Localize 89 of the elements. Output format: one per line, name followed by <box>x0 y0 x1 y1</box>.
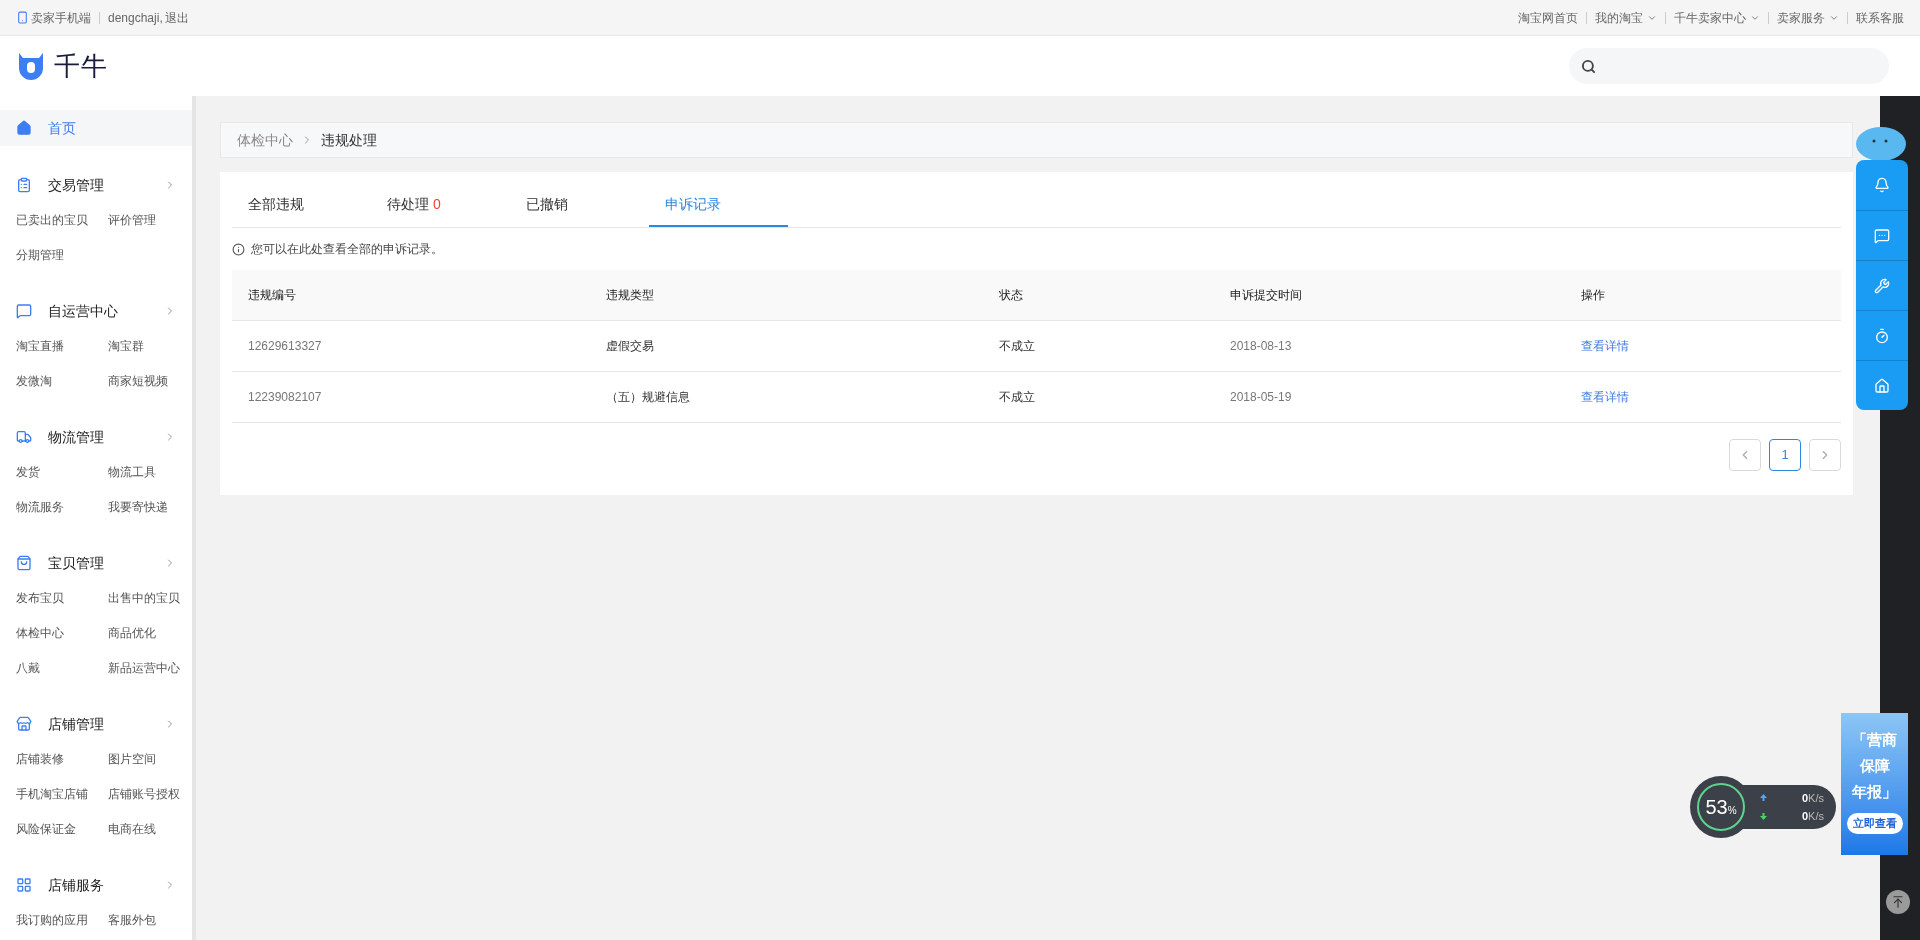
sidebar-link[interactable]: 物流服务 <box>16 489 108 524</box>
sidebar-home-item[interactable]: 首页 <box>0 110 192 146</box>
promo-banner[interactable]: 「营商 保障 年报」 立即查看 <box>1841 713 1908 855</box>
top-nav-link[interactable]: 千牛卖家中心 <box>1674 8 1760 27</box>
tab[interactable]: 全部违规 <box>232 184 371 227</box>
table-cell: 2018-05-19 <box>1214 372 1565 423</box>
table-cell: 12629613327 <box>232 321 590 372</box>
notice-text: 您可以在此处查看全部的申诉记录。 <box>251 241 443 258</box>
sidebar-link[interactable]: 体检中心 <box>16 615 108 650</box>
sidebar-section-header[interactable]: 店铺管理 <box>0 707 192 741</box>
sidebar-section-header[interactable]: 宝贝管理 <box>0 546 192 580</box>
sidebar-link[interactable]: 淘宝群 <box>108 328 176 363</box>
sidebar-link[interactable]: 客服外包 <box>108 902 176 937</box>
breadcrumb-link[interactable]: 违规处理 <box>321 129 377 151</box>
view-details-link[interactable]: 查看详情 <box>1581 388 1629 406</box>
column-header: 违规编号 <box>232 270 590 321</box>
table-cell: 12239082107 <box>232 372 590 423</box>
sidebar-link[interactable]: 发货 <box>16 454 108 489</box>
sidebar-link[interactable]: 发微淘 <box>16 363 108 398</box>
sidebar-link[interactable]: 物流工具 <box>108 454 176 489</box>
down-arrow-icon <box>1760 812 1767 820</box>
column-header: 操作 <box>1565 270 1841 321</box>
next-page-button[interactable] <box>1809 439 1841 471</box>
logout-link[interactable]: 退出 <box>164 8 189 27</box>
bag-icon <box>16 555 32 571</box>
usage-percent: 53% <box>1705 797 1737 817</box>
sidebar-link[interactable]: 新品运营中心 <box>108 650 180 685</box>
sidebar-link[interactable]: 分期管理 <box>16 237 108 272</box>
logo-text: 千牛 <box>54 49 109 83</box>
username: dengchaji, <box>108 9 163 27</box>
sidebar-section-header[interactable]: 店铺服务 <box>0 868 192 902</box>
download-speed: 0K/s <box>1801 809 1824 824</box>
sidebar-link[interactable]: 手机淘宝店铺 <box>16 776 108 811</box>
sidebar-link[interactable]: 我订购的应用 <box>16 902 108 937</box>
phone-icon <box>16 11 29 24</box>
column-header: 申诉提交时间 <box>1214 270 1565 321</box>
search-icon <box>1581 58 1596 74</box>
tab[interactable]: 申诉记录 <box>649 184 788 227</box>
store-icon <box>16 716 32 732</box>
sidebar-link[interactable]: 淘宝直播 <box>16 328 108 363</box>
page-button[interactable]: 1 <box>1769 439 1801 471</box>
clipboard-icon <box>16 177 32 193</box>
tab[interactable]: 已撤销 <box>510 184 649 227</box>
promo-title: 年报」 <box>1852 782 1897 802</box>
sidebar-link[interactable]: 店铺账号授权 <box>108 776 180 811</box>
chat-icon <box>16 303 32 319</box>
sidebar-link[interactable]: 商家短视频 <box>108 363 176 398</box>
column-header: 违规类型 <box>590 270 983 321</box>
top-nav-link[interactable]: 卖家服务 <box>1777 8 1839 27</box>
sidebar-section-header[interactable]: 自运营中心 <box>0 294 192 328</box>
search-field[interactable] <box>1569 48 1889 84</box>
table-cell: 2018-08-13 <box>1214 321 1565 372</box>
arrow-up-to-line-icon <box>1891 895 1905 909</box>
promo-title: 「营商 <box>1852 730 1897 750</box>
view-details-link[interactable]: 查看详情 <box>1581 337 1629 355</box>
upload-speed: 0K/s <box>1801 790 1824 806</box>
sidebar-link[interactable]: 已卖出的宝贝 <box>16 202 108 237</box>
sidebar-link[interactable]: 发布宝贝 <box>16 580 108 615</box>
table-cell: 不成立 <box>983 372 1214 423</box>
top-nav-link[interactable]: 淘宝网首页 <box>1518 8 1578 27</box>
sidebar-link[interactable]: 风险保证金 <box>16 811 108 846</box>
home-icon <box>16 120 32 136</box>
sidebar-link[interactable]: 评价管理 <box>108 202 176 237</box>
table-cell: 不成立 <box>983 321 1214 372</box>
sidebar-link[interactable]: 电商在线 <box>108 811 180 846</box>
sidebar-link[interactable]: 我要寄快递 <box>108 489 176 524</box>
table-cell: （五）规避信息 <box>590 372 983 423</box>
sidebar-link[interactable]: 店铺装修 <box>16 741 108 776</box>
up-arrow-icon <box>1760 794 1767 802</box>
bull-logo-icon <box>16 51 46 81</box>
column-header: 状态 <box>983 270 1214 321</box>
sidebar-link[interactable]: 出售中的宝贝 <box>108 580 180 615</box>
top-nav-link[interactable]: 联系客服 <box>1856 8 1904 27</box>
info-icon <box>232 242 245 256</box>
truck-icon <box>16 429 32 445</box>
top-nav-link[interactable]: 我的淘宝 <box>1595 8 1657 27</box>
sidebar-section-header[interactable]: 交易管理 <box>0 168 192 202</box>
sidebar-link[interactable]: 图片空间 <box>108 741 180 776</box>
sidebar-section-header[interactable]: 物流管理 <box>0 420 192 454</box>
previous-page-button[interactable] <box>1729 439 1761 471</box>
promo-title: 保障 <box>1859 756 1890 776</box>
sidebar-link[interactable]: 八戴 <box>16 650 108 685</box>
mobile-seller-link[interactable]: 卖家手机端 <box>16 8 91 27</box>
sidebar-link[interactable]: 商品优化 <box>108 615 180 650</box>
grid-icon <box>16 877 32 893</box>
view-now-button[interactable]: 立即查看 <box>1846 813 1903 834</box>
table-cell: 虚假交易 <box>590 321 983 372</box>
tab[interactable]: 待处理 0 <box>371 184 510 227</box>
breadcrumb-link[interactable]: 体检中心 <box>237 129 293 151</box>
